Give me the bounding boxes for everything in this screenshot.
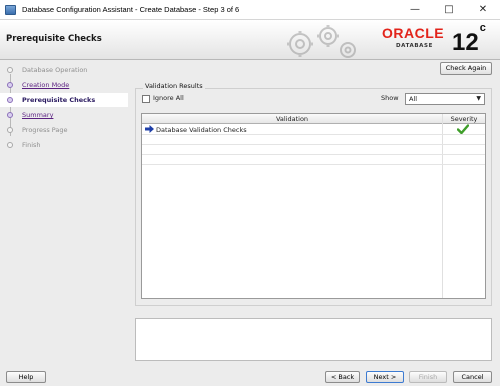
row-divider <box>142 154 485 155</box>
step-finish: Finish <box>0 138 128 152</box>
step-dot-icon <box>7 142 13 148</box>
step-label: Prerequisite Checks <box>22 96 96 104</box>
oracle-logo: ORACLE <box>382 25 445 41</box>
chevron-down-icon: ▼ <box>476 95 481 102</box>
version-logo: 12c <box>452 22 486 56</box>
oracle-logo-subtitle: DATABASE <box>396 43 433 49</box>
step-label: Finish <box>22 141 41 149</box>
table-cell-validation: Database Validation Checks <box>156 126 247 134</box>
step-dot-icon <box>7 112 13 118</box>
minimize-icon[interactable]: — <box>398 0 432 20</box>
gears-graphic-icon <box>287 25 356 58</box>
ignore-all-checkbox[interactable] <box>142 95 150 103</box>
page-title: Prerequisite Checks <box>6 34 102 44</box>
window-titlebar: Database Configuration Assistant - Creat… <box>0 0 500 20</box>
check-again-button[interactable]: Check Again <box>440 62 492 75</box>
step-summary[interactable]: Summary <box>0 108 128 122</box>
details-panel <box>135 318 492 361</box>
row-divider <box>142 134 485 135</box>
maximize-icon[interactable]: □ <box>432 0 466 20</box>
version-suffix: c <box>479 22 486 34</box>
cancel-button[interactable]: Cancel <box>453 371 492 383</box>
step-dot-icon <box>7 82 13 88</box>
step-label: Creation Mode <box>22 81 70 89</box>
window-title: Database Configuration Assistant - Creat… <box>22 5 240 14</box>
finish-button: Finish <box>409 371 447 383</box>
show-filter-select[interactable]: All ▼ <box>405 93 485 105</box>
version-number: 12 <box>452 29 479 56</box>
column-header-validation[interactable]: Validation <box>142 114 442 124</box>
step-progress-page: Progress Page <box>0 123 128 137</box>
step-label: Summary <box>22 111 54 119</box>
show-label: Show <box>381 94 399 102</box>
column-divider <box>442 114 443 298</box>
show-filter-value: All <box>409 95 418 103</box>
ignore-all-label: Ignore All <box>153 94 184 102</box>
validation-table: Validation Severity Database Validation … <box>141 113 486 299</box>
column-header-severity[interactable]: Severity <box>442 114 485 124</box>
step-dot-icon <box>7 127 13 133</box>
step-label: Database Operation <box>22 66 88 74</box>
validation-results-label: Validation Results <box>143 82 205 90</box>
step-label: Progress Page <box>22 126 68 134</box>
arrow-right-icon <box>145 125 154 133</box>
step-prerequisite-checks[interactable]: Prerequisite Checks <box>0 93 128 107</box>
row-divider <box>142 144 485 145</box>
help-button[interactable]: Help <box>6 371 46 383</box>
check-icon <box>457 124 469 134</box>
step-dot-icon <box>7 97 13 103</box>
close-icon[interactable]: ✕ <box>466 0 500 20</box>
step-dot-icon <box>7 67 13 73</box>
back-button[interactable]: < Back <box>325 371 360 383</box>
app-icon <box>5 5 16 15</box>
step-database-operation: Database Operation <box>0 63 128 77</box>
row-divider <box>142 164 485 165</box>
next-button[interactable]: Next > <box>366 371 404 383</box>
step-creation-mode[interactable]: Creation Mode <box>0 78 128 92</box>
